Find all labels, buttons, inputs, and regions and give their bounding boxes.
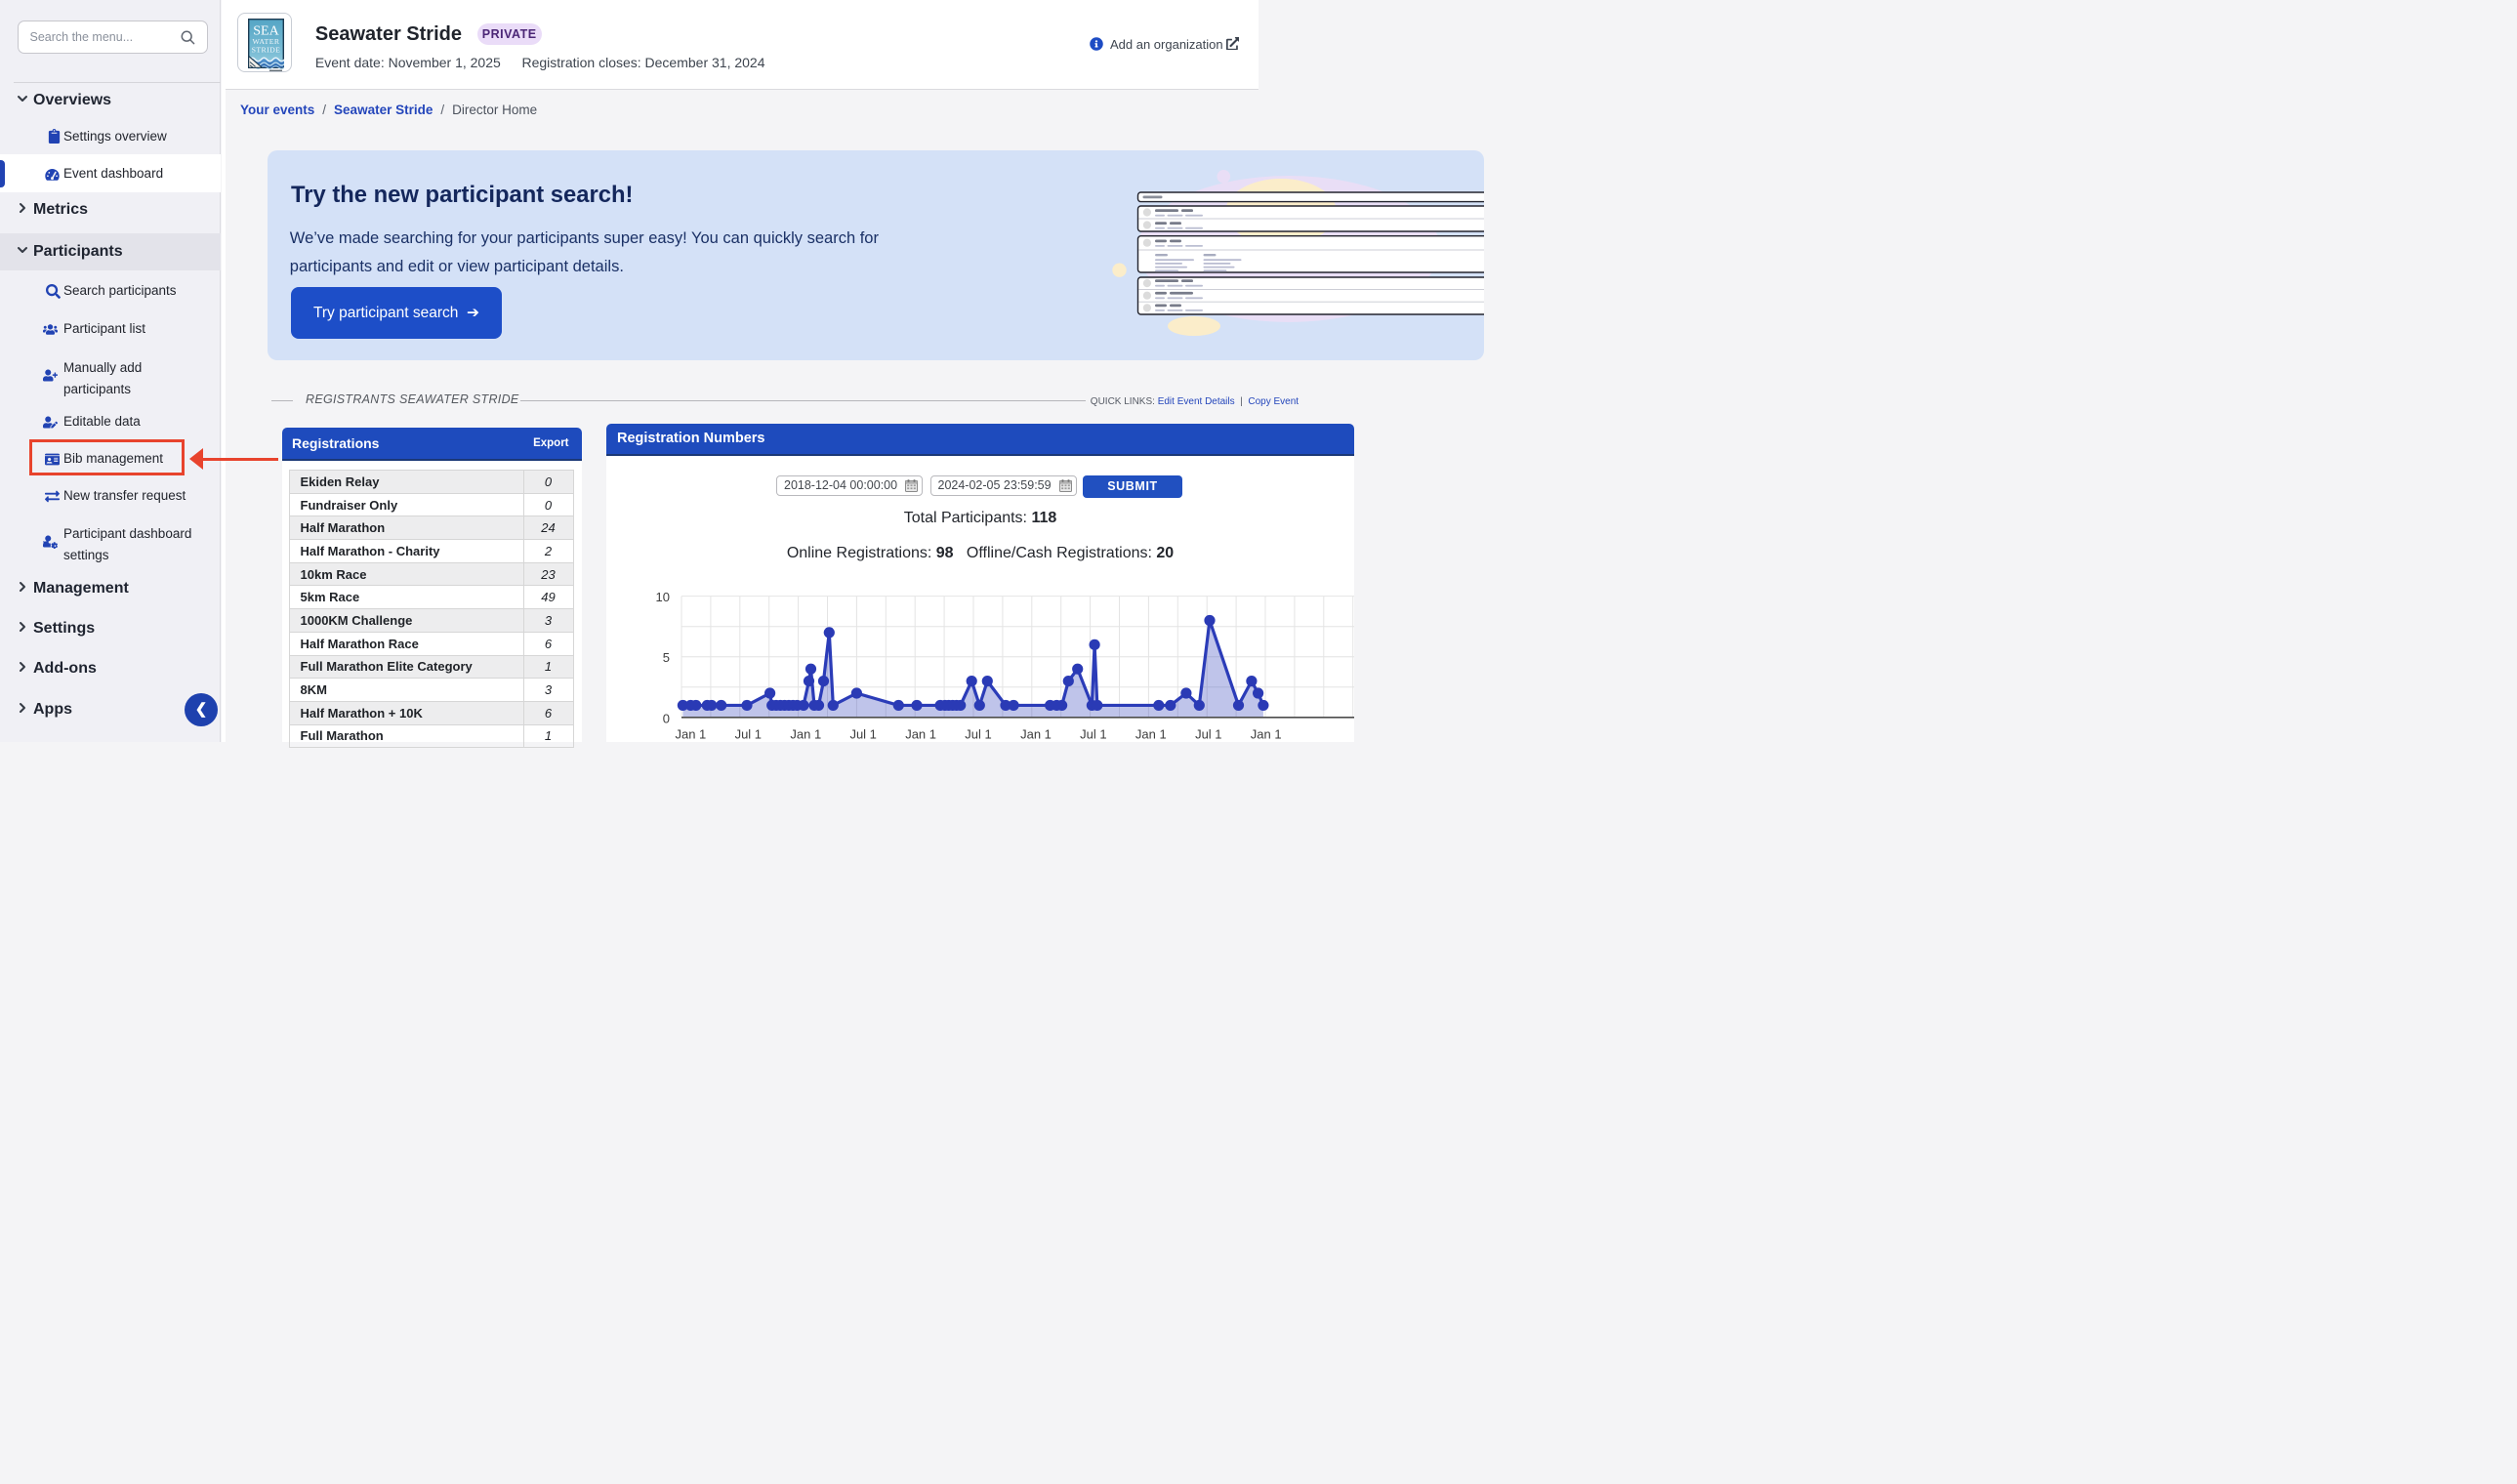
svg-text:Jan 1: Jan 1 — [905, 727, 936, 742]
svg-text:Jan 1: Jan 1 — [1020, 727, 1052, 742]
svg-text:Jan 1: Jan 1 — [1135, 727, 1167, 742]
svg-text:Jan 1: Jan 1 — [1251, 727, 1282, 742]
svg-text:10: 10 — [656, 590, 670, 604]
svg-text:0: 0 — [663, 711, 670, 725]
svg-text:5: 5 — [663, 650, 670, 665]
svg-text:Jul 1: Jul 1 — [1080, 727, 1106, 742]
svg-text:Jan 1: Jan 1 — [675, 727, 706, 742]
svg-text:Jul 1: Jul 1 — [1195, 727, 1221, 742]
svg-text:Jul 1: Jul 1 — [965, 727, 991, 742]
svg-text:STRIDE: STRIDE — [251, 45, 280, 54]
svg-text:Jul 1: Jul 1 — [735, 727, 762, 742]
svg-text:Jul 1: Jul 1 — [849, 727, 876, 742]
svg-text:Jan 1: Jan 1 — [790, 727, 821, 742]
